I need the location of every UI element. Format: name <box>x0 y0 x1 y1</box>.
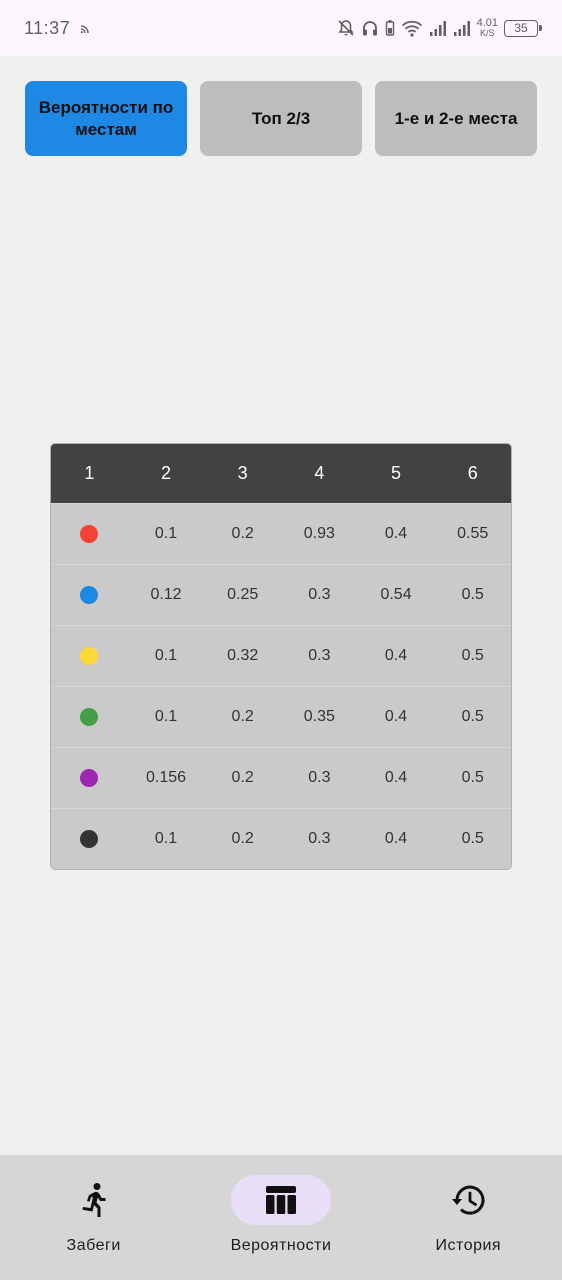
column-header: 3 <box>237 463 248 483</box>
probability-table: 1 2 3 4 5 6 0.1 0.2 0.93 0.4 0.55 0.12 0… <box>50 443 512 870</box>
table-cell: 0.2 <box>231 769 254 786</box>
column-header: 5 <box>391 463 402 483</box>
table-cell: 0.4 <box>384 708 408 725</box>
table-cell: 0.32 <box>227 647 259 664</box>
table-cell: 0.5 <box>461 830 484 847</box>
table-cell: 0.1 <box>154 708 178 725</box>
status-icons: 4.01 K/S 35 <box>337 18 542 38</box>
table-cell: 0.3 <box>308 769 331 786</box>
table-cell: 0.4 <box>384 769 408 786</box>
table-cell: 0.4 <box>384 830 408 847</box>
red-circle-icon <box>80 525 99 543</box>
battery-saver-icon <box>385 20 394 36</box>
table-cell: 0.1 <box>154 830 178 847</box>
running-icon <box>82 1183 106 1217</box>
table-icon <box>265 1186 296 1214</box>
table-cell: 0.3 <box>308 647 331 664</box>
nav-icon-container <box>418 1175 518 1225</box>
table-header: 1 2 3 4 5 6 <box>51 444 511 503</box>
nav-label: История <box>435 1237 502 1254</box>
yellow-circle-icon <box>80 647 99 665</box>
column-header: 1 <box>84 463 95 483</box>
table-cell: 0.25 <box>227 586 259 603</box>
signal-icon <box>429 21 446 36</box>
table-cell: 0.2 <box>231 708 254 725</box>
table-cell: 0.5 <box>461 586 484 603</box>
column-header: 6 <box>467 463 478 483</box>
headphones-icon <box>362 21 377 36</box>
wifi-icon <box>401 20 422 37</box>
black-circle-icon <box>80 830 99 848</box>
nav-label: Забеги <box>66 1237 121 1254</box>
table-cell: 0.3 <box>308 830 331 847</box>
table-cell: 0.5 <box>461 769 484 786</box>
table-cell: 0.1 <box>154 525 178 542</box>
table-cell: 0.35 <box>303 708 335 725</box>
table-row: 0.1 0.2 0.3 0.4 0.5 <box>51 808 511 869</box>
table-cell: 0.54 <box>380 586 412 603</box>
nav-icon-container <box>44 1175 144 1225</box>
table-row: 0.12 0.25 0.3 0.54 0.5 <box>51 564 511 625</box>
table-cell: 0.4 <box>384 525 408 542</box>
table-cell: 0.2 <box>231 830 254 847</box>
nav-icon-container-active <box>230 1175 331 1225</box>
nav-item-history[interactable]: История <box>375 1155 562 1280</box>
table-cell: 0.5 <box>461 647 484 664</box>
blue-circle-icon <box>80 586 99 604</box>
tab-first-second-places[interactable]: 1-е и 2-е места <box>375 81 537 156</box>
table-cell: 0.55 <box>457 525 489 542</box>
purple-circle-icon <box>80 769 99 787</box>
table-row: 0.1 0.2 0.93 0.4 0.55 <box>51 503 511 564</box>
table-cell: 0.1 <box>154 647 178 664</box>
status-bar: 11:37 4.01 K/S 35 <box>0 0 562 56</box>
tab-top-2-3[interactable]: Топ 2/3 <box>200 81 362 156</box>
nav-item-races[interactable]: Забеги <box>0 1155 187 1280</box>
network-speed-unit: K/S <box>480 28 495 38</box>
table-cell: 0.4 <box>384 647 408 664</box>
bell-off-icon <box>337 20 354 36</box>
history-icon <box>452 1185 485 1215</box>
probability-mode-tabs: Вероятности по местам Топ 2/3 1-е и 2-е … <box>25 81 537 156</box>
nav-label: Вероятности <box>230 1237 332 1254</box>
green-circle-icon <box>80 708 99 726</box>
column-header: 2 <box>161 463 172 483</box>
table-cell: 0.12 <box>150 586 182 603</box>
table-cell: 0.5 <box>461 708 484 725</box>
column-header: 4 <box>314 463 325 483</box>
status-time: 11:37 <box>24 17 71 38</box>
tab-place-probabilities[interactable]: Вероятности по местам <box>25 81 187 156</box>
network-speed: 4.01 K/S <box>477 18 498 38</box>
bottom-navigation: Забеги Вероятности История <box>0 1155 562 1280</box>
cast-icon <box>81 25 90 34</box>
table-cell: 0.93 <box>303 525 335 542</box>
battery-indicator: 35 <box>504 19 542 37</box>
signal-icon <box>453 21 470 36</box>
nav-item-probabilities[interactable]: Вероятности <box>187 1155 374 1280</box>
table-cell: 0.2 <box>231 525 254 542</box>
table-row: 0.1 0.2 0.35 0.4 0.5 <box>51 686 511 747</box>
table-cell: 0.156 <box>145 769 187 786</box>
table-row: 0.156 0.2 0.3 0.4 0.5 <box>51 747 511 808</box>
table-cell: 0.3 <box>308 586 331 603</box>
table-row: 0.1 0.32 0.3 0.4 0.5 <box>51 625 511 686</box>
